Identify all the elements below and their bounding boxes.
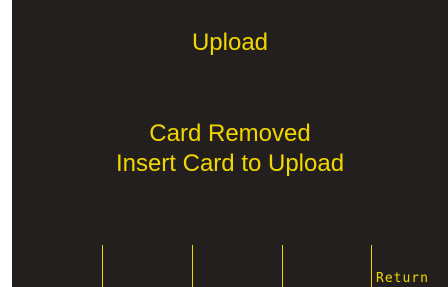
status-line-insert-card: Insert Card to Upload [115,150,345,177]
softkey-3[interactable] [193,245,282,287]
return-softkey-label: Return [376,271,429,286]
screen-title: Upload [191,29,269,56]
softkey-bar: Return [12,245,448,287]
upload-screen: Upload Card Removed Insert Card to Uploa… [0,0,448,287]
softkey-4[interactable] [283,245,371,287]
softkey-1[interactable] [12,245,102,287]
status-message: Card Removed Insert Card to Upload [12,119,448,179]
status-line-card-removed: Card Removed [149,120,311,147]
return-softkey[interactable]: Return [372,245,448,287]
softkey-2[interactable] [103,245,192,287]
display-panel: Upload Card Removed Insert Card to Uploa… [12,0,448,287]
